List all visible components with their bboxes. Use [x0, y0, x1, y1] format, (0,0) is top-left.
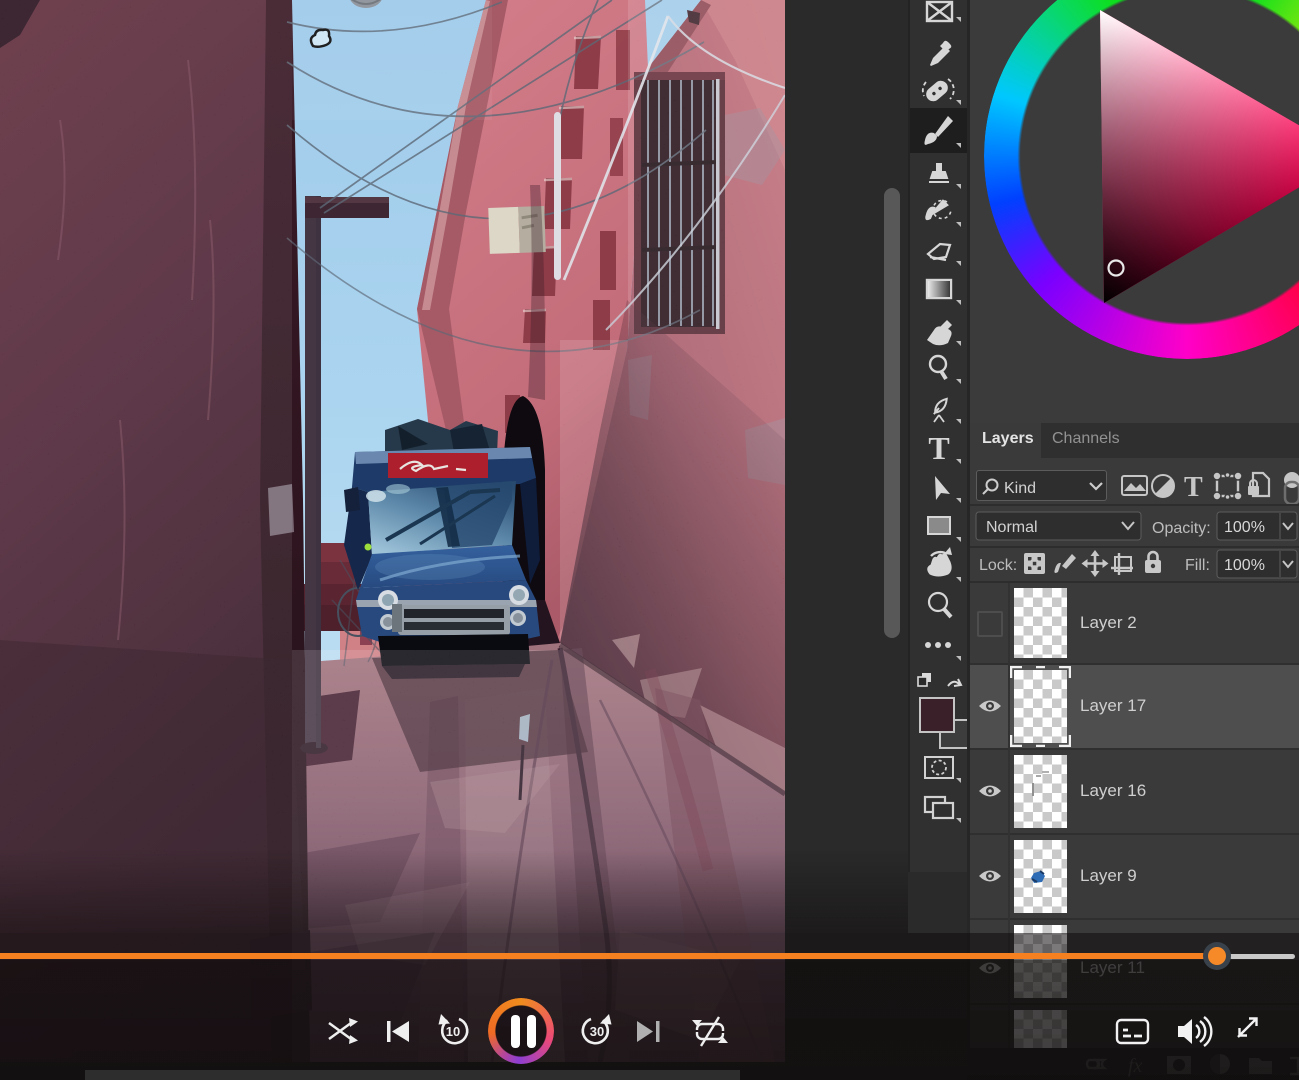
svg-text:Normal: Normal — [986, 519, 1038, 536]
svg-text:100%: 100% — [1224, 519, 1265, 536]
svg-text:100%: 100% — [1224, 557, 1265, 574]
svg-text:T: T — [1184, 472, 1203, 503]
svg-text:10: 10 — [446, 1024, 460, 1039]
svg-text:30: 30 — [590, 1024, 604, 1039]
svg-text:Lock:: Lock: — [979, 557, 1017, 574]
svg-text:T: T — [928, 430, 949, 466]
svg-text:Fill:: Fill: — [1185, 557, 1210, 574]
svg-text:Opacity:: Opacity: — [1152, 520, 1211, 537]
svg-text:Kind: Kind — [1004, 480, 1036, 497]
